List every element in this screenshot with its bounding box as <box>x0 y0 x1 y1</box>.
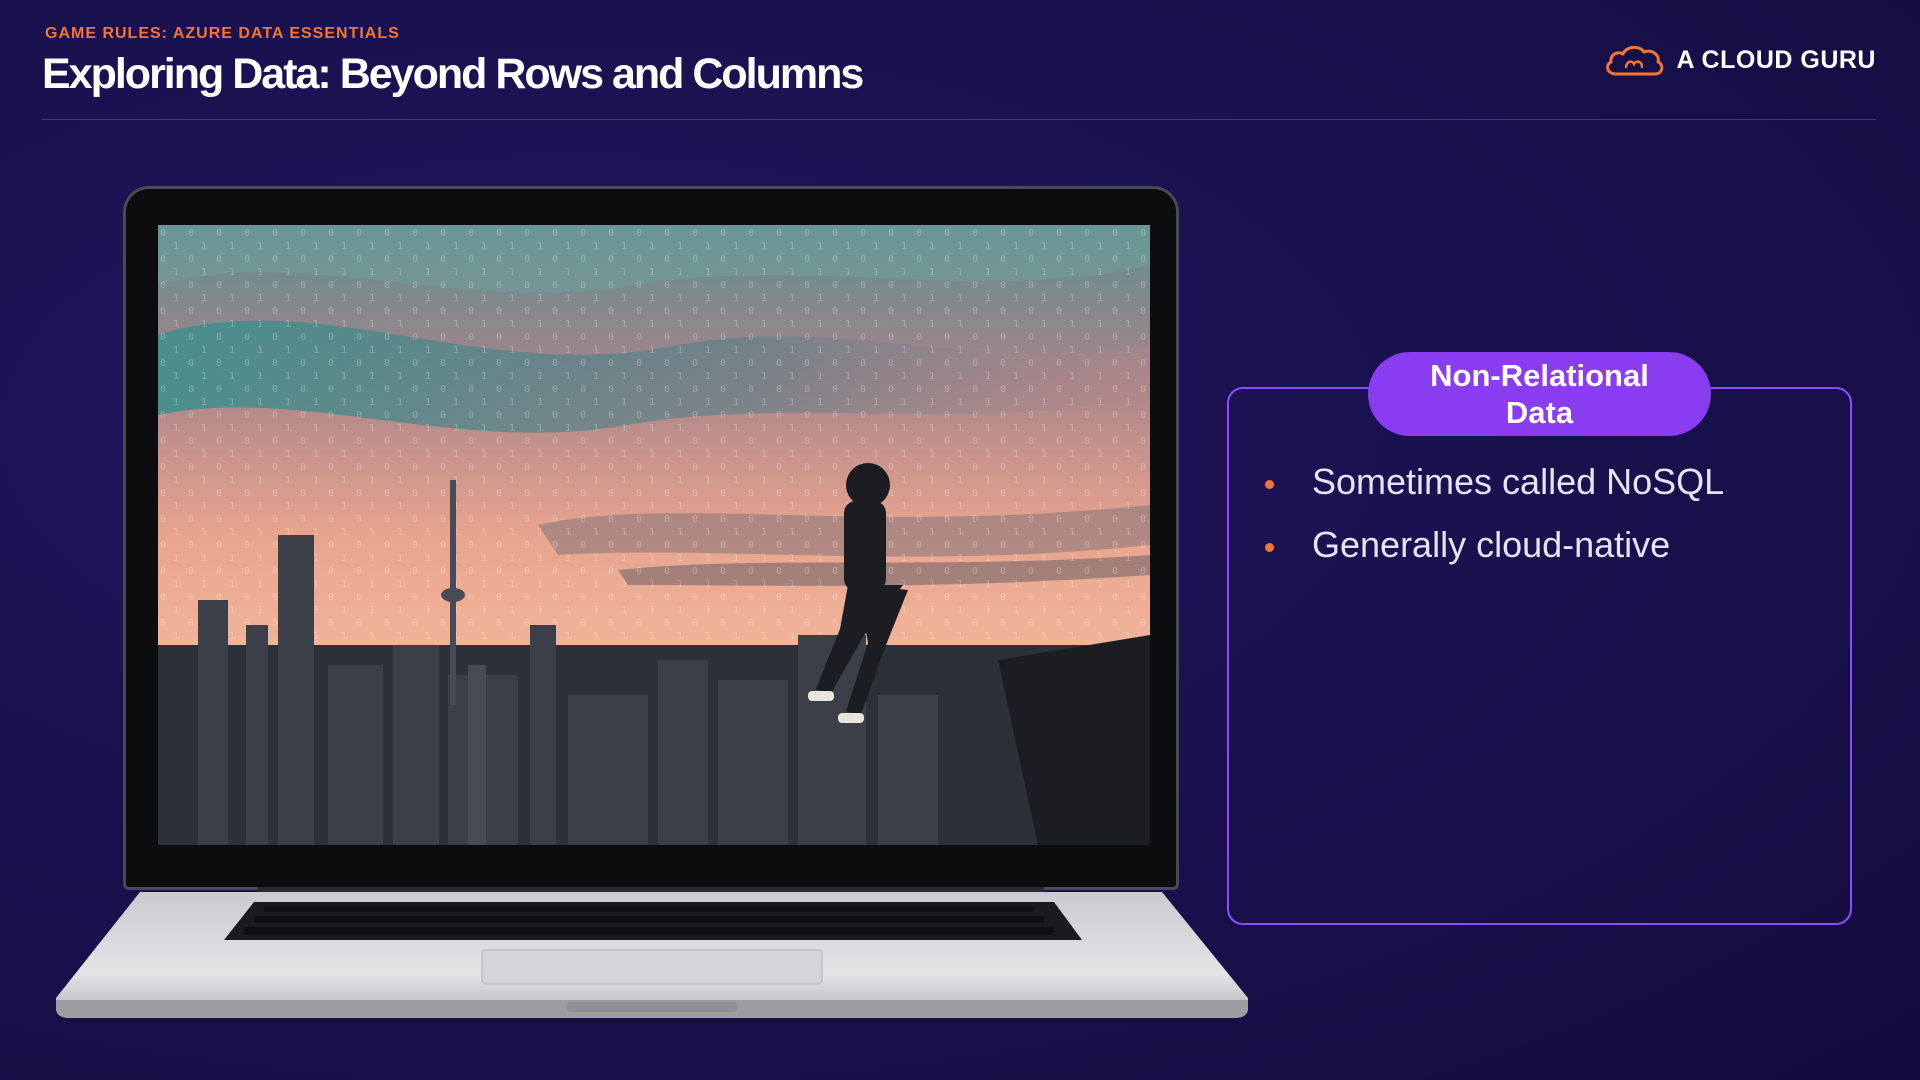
bullet-text: Sometimes called NoSQL <box>1312 461 1725 502</box>
header-divider <box>42 119 1876 120</box>
course-eyebrow: GAME RULES: AZURE DATA ESSENTIALS <box>45 25 400 42</box>
bullet-dot-icon <box>1265 543 1274 552</box>
laptop-lid: 0 1 <box>123 186 1179 890</box>
list-item: Sometimes called NoSQL <box>1262 462 1724 502</box>
laptop-screen-image: 0 1 <box>158 225 1150 845</box>
bullet-list: Sometimes called NoSQL Generally cloud-n… <box>1262 462 1724 588</box>
card-heading-pill: Non-Relational Data <box>1368 352 1711 436</box>
brand: A CLOUD GURU <box>1602 40 1876 80</box>
list-item: Generally cloud-native <box>1262 525 1724 565</box>
laptop-base <box>56 892 1248 1018</box>
slide: GAME RULES: AZURE DATA ESSENTIALS Explor… <box>0 0 1920 1080</box>
cloud-icon <box>1606 45 1664 76</box>
bullet-text: Generally cloud-native <box>1312 524 1671 565</box>
card-heading: Non-Relational Data <box>1430 358 1649 430</box>
brand-name: A CLOUD GURU <box>1676 45 1876 74</box>
bullet-dot-icon <box>1265 480 1274 489</box>
slide-title: Exploring Data: Beyond Rows and Columns <box>42 50 864 98</box>
